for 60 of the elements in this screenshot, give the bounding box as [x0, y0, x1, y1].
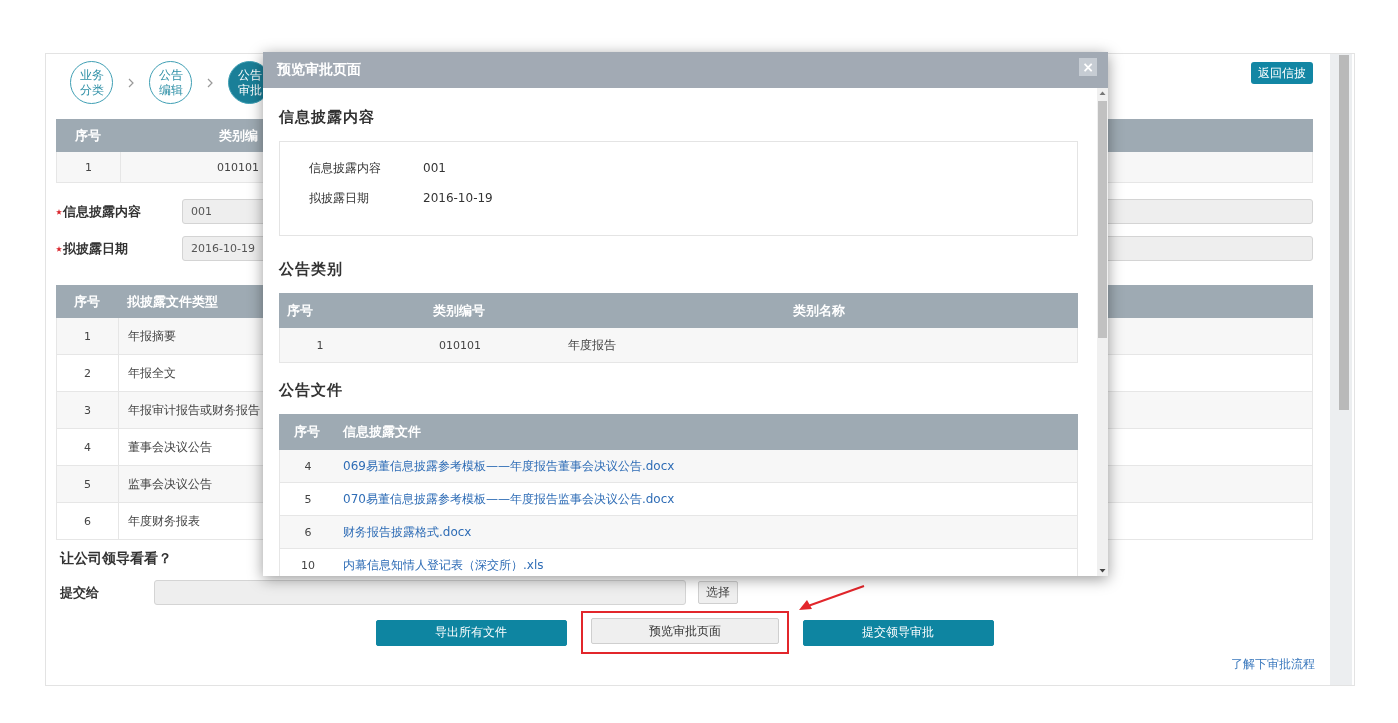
action-button[interactable]: 预览审批页面 [590, 618, 779, 644]
action-button[interactable]: 导出所有文件 [375, 619, 567, 646]
step-circle[interactable]: 业务分类 [70, 61, 113, 104]
action-button[interactable]: 提交领导审批 [802, 619, 994, 646]
chevron-right-icon [128, 77, 134, 88]
row-number: 5 [84, 477, 91, 491]
row-number: 4 [84, 440, 91, 454]
dialog-title: 预览审批页面 [277, 61, 361, 79]
info-value: 2016-10-19 [423, 191, 493, 205]
row-number: 1 [84, 329, 91, 343]
section-heading: 信息披露内容 [279, 107, 375, 127]
section-heading: 公告类别 [279, 259, 343, 279]
file-link[interactable]: 内幕信息知情人登记表（深交所）.xls [343, 556, 544, 574]
row-number: 1 [316, 338, 324, 352]
file-type-name: 年报审计报告或财务报告 [128, 401, 260, 419]
section-title: 让公司领导看看？ [60, 549, 172, 567]
field-label: 提交给 [60, 583, 99, 602]
file-type-name: 董事会决议公告 [128, 438, 212, 456]
help-link[interactable]: 了解下审批流程 [1231, 656, 1315, 673]
file-link[interactable]: 财务报告披露格式.docx [343, 523, 472, 541]
row-number: 6 [84, 514, 91, 528]
row-number: 1 [85, 160, 92, 174]
column-header: 序号 [294, 423, 320, 441]
column-header: 拟披露文件类型 [127, 292, 218, 311]
column-header: 信息披露文件 [343, 423, 421, 441]
section-heading: 公告文件 [279, 380, 343, 400]
back-button[interactable]: 返回信披 [1251, 62, 1313, 84]
info-value: 001 [423, 161, 446, 175]
info-label: 信息披露内容 [309, 159, 382, 177]
info-label: 拟披露日期 [309, 189, 370, 207]
file-link[interactable]: 069易董信息披露参考模板——年度报告董事会决议公告.docx [343, 457, 675, 475]
choose-button[interactable]: 选择 [698, 581, 738, 604]
file-type-name: 年报摘要 [128, 327, 176, 345]
column-header: 类别名称 [792, 301, 845, 320]
row-number: 5 [304, 492, 312, 506]
step-circle[interactable]: 公告编辑 [149, 61, 192, 104]
file-link[interactable]: 070易董信息披露参考模板——年度报告监事会决议公告.docx [343, 490, 675, 508]
column-header: 类别编 [219, 126, 258, 145]
annotation-arrow [798, 584, 866, 612]
file-type-name: 监事会决议公告 [128, 475, 212, 493]
row-number: 6 [304, 525, 312, 539]
column-header: 类别编号 [433, 301, 485, 320]
row-number: 3 [84, 403, 91, 417]
column-header: 序号 [74, 292, 100, 311]
category-code: 010101 [439, 338, 481, 352]
row-number: 4 [304, 459, 312, 473]
file-type-name: 年报全文 [128, 364, 176, 382]
field-label: 信息披露内容 [63, 202, 141, 221]
field-label: 拟披露日期 [63, 239, 128, 258]
file-type-name: 年度财务报表 [128, 512, 200, 530]
column-header: 序号 [75, 126, 101, 145]
chevron-right-icon [207, 77, 213, 88]
scrollbar-thumb[interactable] [1098, 101, 1107, 338]
category-name: 年度报告 [568, 336, 616, 354]
input-field[interactable] [154, 580, 686, 605]
row-number: 2 [84, 366, 91, 380]
row-number: 10 [301, 558, 315, 572]
scrollbar-thumb[interactable] [1339, 55, 1349, 410]
category-code: 010101 [217, 160, 259, 174]
column-header: 序号 [287, 301, 313, 320]
